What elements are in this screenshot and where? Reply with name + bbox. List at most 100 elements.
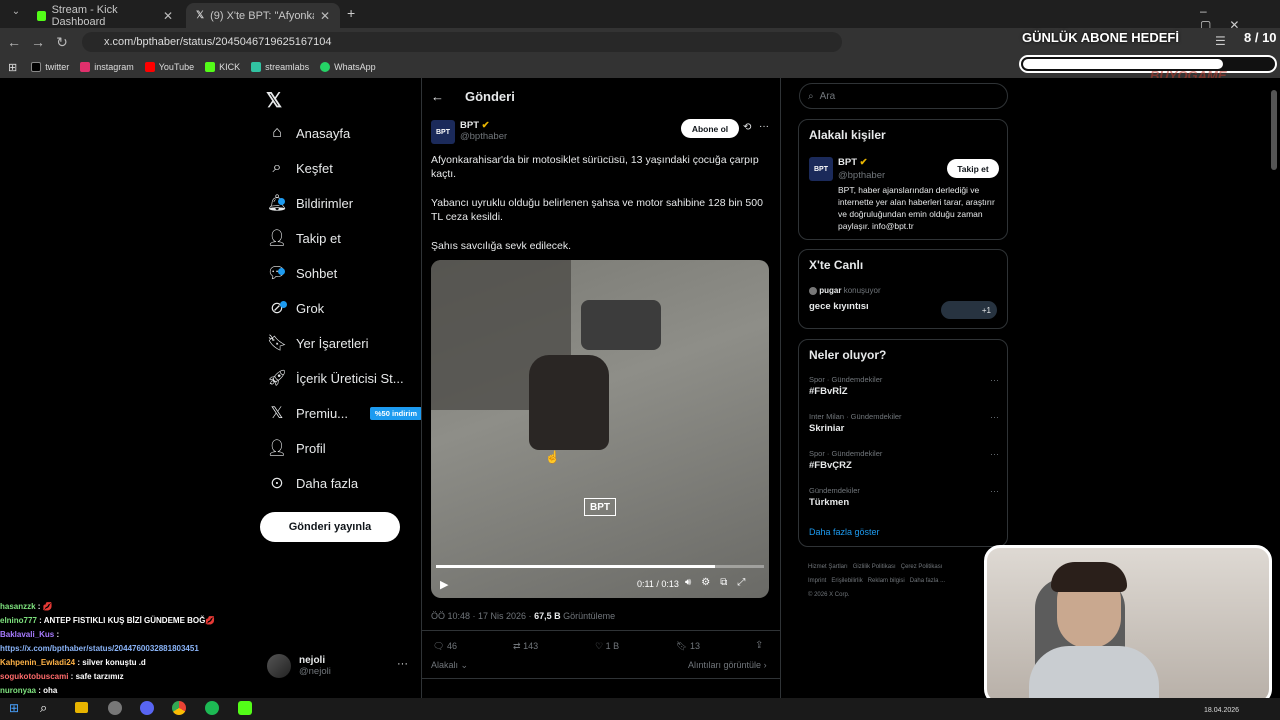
- footer-link[interactable]: Daha fazla ...: [910, 578, 945, 584]
- reload-icon[interactable]: ↻: [50, 34, 74, 51]
- footer-link[interactable]: Erişilebilirlik: [831, 578, 862, 584]
- back-arrow-icon[interactable]: ←: [431, 89, 444, 104]
- bookmark-streamlabs[interactable]: streamlabs: [251, 62, 309, 72]
- search-input[interactable]: ⌕ Ara: [799, 83, 1008, 109]
- view-quotes-link[interactable]: Alıntıları görüntüle ›: [688, 660, 767, 670]
- nav-bookmarks[interactable]: 🔖︎ Yer İşaretleri: [262, 326, 432, 360]
- kick-app-icon[interactable]: [238, 701, 252, 715]
- tab-kick-dashboard[interactable]: Stream - Kick Dashboard ✕: [27, 3, 183, 28]
- related-people-card: Alakalı kişiler BPT BPT ✔ @bpthaber Taki…: [798, 119, 1008, 240]
- video-progress-fill: [436, 565, 715, 568]
- account-switcher[interactable]: nejoli @nejoli: [267, 654, 331, 678]
- bookmark-count: 13: [689, 641, 700, 651]
- back-icon[interactable]: ←: [2, 34, 26, 50]
- taskbar: ⊞ ⌕ 18.04.2026: [0, 698, 1280, 720]
- post-button[interactable]: Gönderi yayınla: [260, 512, 400, 542]
- post-more-icon[interactable]: ···: [759, 121, 769, 132]
- nav-chat[interactable]: 💬︎ Sohbet: [262, 256, 432, 290]
- video-progress-track[interactable]: [436, 565, 764, 568]
- menu-icon[interactable]: ☰: [1215, 34, 1226, 48]
- x-favicon-icon: 𝕏: [196, 10, 205, 21]
- footer-link[interactable]: Çerez Politikası: [901, 564, 943, 570]
- bookmark-whatsapp[interactable]: WhatsApp: [320, 62, 376, 72]
- nav-home[interactable]: ⌂ Anasayfa: [262, 116, 432, 150]
- nav-grok[interactable]: ⊘ Grok: [262, 291, 432, 325]
- taskbar-search-icon[interactable]: ⌕: [40, 700, 47, 716]
- url-field[interactable]: x.com/bpthaber/status/204504671962516710…: [82, 32, 842, 52]
- grok-action-icon[interactable]: ⟲: [743, 122, 751, 133]
- related-avatar[interactable]: BPT: [809, 157, 833, 181]
- trends-card: Neler oluyor? Spor · Gündemdekiler #FBvRİ…: [798, 339, 1008, 547]
- subscribe-button[interactable]: Abone ol: [681, 119, 739, 138]
- forward-icon[interactable]: →: [26, 34, 50, 50]
- trend-item[interactable]: Gündemdekiler Türkmen ···: [809, 486, 999, 508]
- trend-item[interactable]: Inter Milan · Gündemdekiler Skriniar ···: [809, 412, 999, 434]
- bookmark-action[interactable]: 🔖︎ 13: [676, 641, 700, 652]
- author-avatar[interactable]: BPT: [431, 120, 455, 144]
- apps-icon[interactable]: ⊞: [8, 61, 17, 74]
- chat-message: Baklavali_Kus :: [0, 628, 250, 642]
- new-tab-icon[interactable]: +: [347, 5, 355, 21]
- bookmark-instagram[interactable]: instagram: [80, 62, 134, 72]
- show-more-link[interactable]: Daha fazla göster: [809, 527, 880, 537]
- x-logo-icon[interactable]: 𝕏: [266, 88, 282, 113]
- repost-action[interactable]: ⇄ 143: [513, 641, 538, 652]
- chat-icon: 💬︎: [266, 265, 288, 282]
- footer-link[interactable]: Gizlilik Politikası: [853, 564, 896, 570]
- trend-more-icon[interactable]: ···: [990, 375, 999, 385]
- nav-explore[interactable]: ⌕ Keşfet: [262, 151, 432, 185]
- cursor-hand-icon: ☝: [545, 450, 560, 464]
- goal-count: 8 / 10: [1244, 30, 1277, 45]
- page-scrollbar[interactable]: [1271, 90, 1277, 170]
- host-avatar: [809, 286, 817, 295]
- tab-x-post[interactable]: 𝕏 (9) X'te BPT: "Afyonkarahisar'da ✕: [186, 3, 340, 28]
- trend-more-icon[interactable]: ···: [990, 486, 999, 496]
- trend-more-icon[interactable]: ···: [990, 449, 999, 459]
- bookmark-kick[interactable]: KICK: [205, 62, 240, 72]
- footer-link[interactable]: Hizmet Şartları: [808, 564, 848, 570]
- video-controls-icons[interactable]: 🔊︎⚙⧉⤢: [685, 577, 755, 588]
- bookmark-youtube[interactable]: YouTube: [144, 62, 194, 72]
- account-more-icon[interactable]: ···: [397, 658, 408, 670]
- reply-action[interactable]: 🗨︎ 46: [433, 641, 457, 652]
- trend-more-icon[interactable]: ···: [990, 412, 999, 422]
- close-tab-icon[interactable]: ✕: [320, 9, 330, 23]
- footer-link[interactable]: Reklam bilgisi: [868, 578, 905, 584]
- spotify-icon[interactable]: [205, 701, 219, 715]
- nav-premium[interactable]: 𝕏 Premiu... %50 indirim: [262, 396, 422, 430]
- author-name[interactable]: BPT ✔: [460, 120, 490, 131]
- file-explorer-icon[interactable]: [75, 702, 88, 713]
- like-action[interactable]: ♡ 1 B: [595, 641, 619, 652]
- chrome-icon[interactable]: [172, 701, 186, 715]
- trend-item[interactable]: Spor · Gündemdekiler #FBvRİZ ···: [809, 375, 999, 397]
- follow-button[interactable]: Takip et: [947, 159, 999, 178]
- tab-search-icon[interactable]: ⌄: [4, 6, 28, 17]
- close-tab-icon[interactable]: ✕: [163, 9, 173, 23]
- view-quotes-label: Alıntıları görüntüle: [688, 660, 762, 670]
- discord-icon[interactable]: [140, 701, 154, 715]
- post-timestamp: ÖÖ 10:48 · 17 Nis 2026 ·: [431, 611, 535, 621]
- nav-notifications[interactable]: 🔔︎ Bildirimler: [262, 186, 432, 220]
- windows-start-icon[interactable]: ⊞: [9, 701, 19, 715]
- bookmark-twitter[interactable]: twitter: [31, 62, 69, 72]
- video-player[interactable]: BPT ☝ ▶ 0:11 / 0:13 🔊︎⚙⧉⤢: [431, 260, 769, 598]
- host-suffix: konuşuyor: [841, 286, 881, 295]
- footer-link[interactable]: Imprint: [808, 578, 826, 584]
- profile-icon: 👤︎: [266, 440, 288, 457]
- page-title: Gönderi: [465, 89, 515, 104]
- nav-more[interactable]: ⊙ Daha fazla: [262, 466, 432, 500]
- trend-item[interactable]: Spor · Gündemdekiler #FBvÇRZ ···: [809, 449, 999, 471]
- webcam-hair: [1051, 562, 1127, 592]
- nav-follow[interactable]: 👤︎ Takip et: [262, 221, 432, 255]
- sort-dropdown[interactable]: Alakalı ⌄: [431, 660, 468, 671]
- share-icon[interactable]: ⇪: [755, 640, 763, 651]
- related-name[interactable]: BPT ✔: [838, 157, 868, 168]
- trend-category: Gündemdekiler: [809, 486, 860, 495]
- live-topic[interactable]: gece kıyıntısı: [809, 301, 869, 312]
- nav-creator-studio[interactable]: 🚀︎ İçerik Üreticisi St...: [262, 361, 432, 395]
- play-icon[interactable]: ▶: [440, 578, 448, 591]
- chat-text: : silver konuştu .d: [75, 658, 146, 667]
- listener-avatars[interactable]: +1: [941, 301, 997, 319]
- app-icon[interactable]: [108, 701, 122, 715]
- nav-profile[interactable]: 👤︎ Profil: [262, 431, 432, 465]
